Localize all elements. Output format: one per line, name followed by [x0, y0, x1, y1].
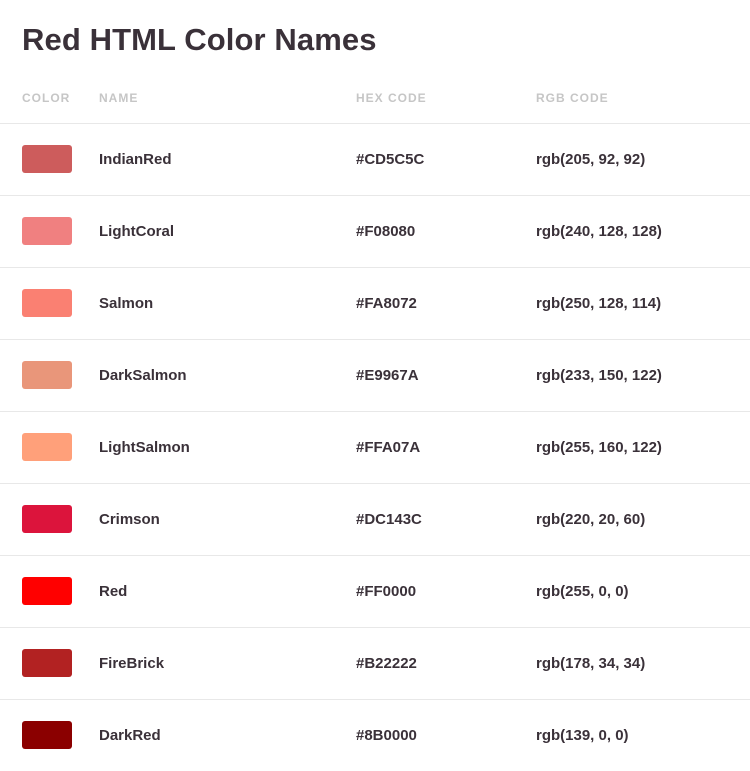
column-header-rgb: RGB CODE — [536, 91, 609, 105]
table-row: FireBrick #B22222 rgb(178, 34, 34) — [0, 628, 750, 700]
color-name: Salmon — [99, 295, 154, 312]
color-name: DarkRed — [99, 727, 161, 744]
rgb-code: rgb(139, 0, 0) — [536, 727, 629, 744]
table-row: DarkRed #8B0000 rgb(139, 0, 0) — [0, 700, 750, 771]
hex-code: #F08080 — [356, 223, 416, 240]
rgb-code: rgb(250, 128, 114) — [536, 295, 662, 312]
hex-code: #DC143C — [356, 511, 422, 528]
hex-code: #E9967A — [356, 367, 419, 384]
color-swatch — [22, 289, 72, 317]
rgb-code: rgb(220, 20, 60) — [536, 511, 646, 528]
page-title: Red HTML Color Names — [22, 22, 377, 57]
table-row: LightSalmon #FFA07A rgb(255, 160, 122) — [0, 412, 750, 484]
table-row: Salmon #FA8072 rgb(250, 128, 114) — [0, 268, 750, 340]
color-table: COLOR NAME HEX CODE RGB CODE IndianRed #… — [0, 80, 750, 771]
table-row: LightCoral #F08080 rgb(240, 128, 128) — [0, 196, 750, 268]
color-name: Red — [99, 583, 128, 600]
color-swatch — [22, 361, 72, 389]
color-name: Crimson — [99, 511, 160, 528]
table-row: IndianRed #CD5C5C rgb(205, 92, 92) — [0, 124, 750, 196]
color-swatch — [22, 505, 72, 533]
color-swatch — [22, 145, 72, 173]
hex-code: #FFA07A — [356, 439, 421, 456]
color-swatch — [22, 217, 72, 245]
rgb-code: rgb(240, 128, 128) — [536, 223, 662, 240]
rgb-code: rgb(233, 150, 122) — [536, 367, 662, 384]
rgb-code: rgb(205, 92, 92) — [536, 151, 646, 168]
color-name: DarkSalmon — [99, 367, 187, 384]
table-header: COLOR NAME HEX CODE RGB CODE — [0, 80, 750, 124]
column-header-color: COLOR — [22, 91, 71, 105]
table-row: Red #FF0000 rgb(255, 0, 0) — [0, 556, 750, 628]
hex-code: #8B0000 — [356, 727, 417, 744]
color-swatch — [22, 433, 72, 461]
table-row: Crimson #DC143C rgb(220, 20, 60) — [0, 484, 750, 556]
rgb-code: rgb(178, 34, 34) — [536, 655, 646, 672]
color-name: LightCoral — [99, 223, 174, 240]
color-swatch — [22, 721, 72, 749]
color-name: LightSalmon — [99, 439, 190, 456]
color-name: IndianRed — [99, 151, 172, 168]
hex-code: #FA8072 — [356, 295, 417, 312]
column-header-name: NAME — [99, 91, 139, 105]
table-body: IndianRed #CD5C5C rgb(205, 92, 92) Light… — [0, 124, 750, 771]
table-row: DarkSalmon #E9967A rgb(233, 150, 122) — [0, 340, 750, 412]
column-header-hex: HEX CODE — [356, 91, 427, 105]
hex-code: #FF0000 — [356, 583, 417, 600]
hex-code: #B22222 — [356, 655, 417, 672]
color-swatch — [22, 649, 72, 677]
color-swatch — [22, 577, 72, 605]
rgb-code: rgb(255, 0, 0) — [536, 583, 629, 600]
rgb-code: rgb(255, 160, 122) — [536, 439, 662, 456]
color-name: FireBrick — [99, 655, 165, 672]
hex-code: #CD5C5C — [356, 151, 425, 168]
page: Red HTML Color Names COLOR NAME HEX CODE… — [0, 0, 750, 769]
